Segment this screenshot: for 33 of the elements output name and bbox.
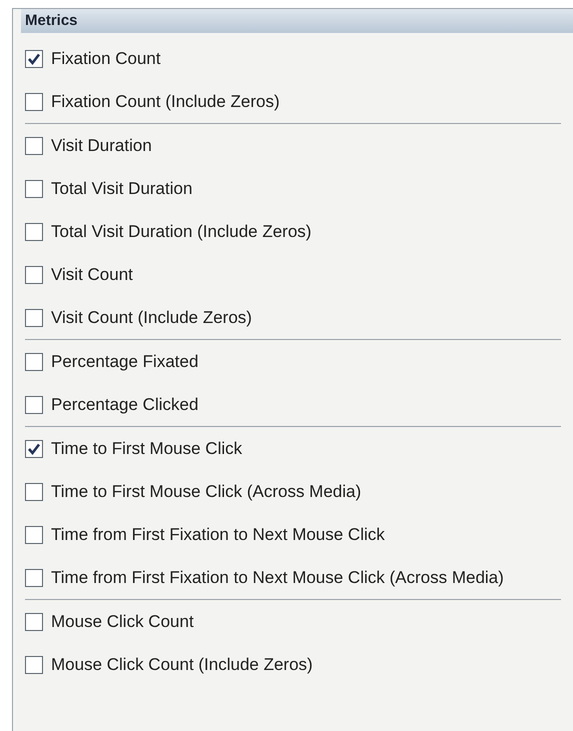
metric-checkbox[interactable]: Visit Duration bbox=[25, 124, 561, 167]
checkmark-icon bbox=[27, 442, 41, 456]
metric-checkbox[interactable]: Percentage Fixated bbox=[25, 340, 561, 383]
metric-checkbox[interactable]: Time to First Mouse Click (Across Media) bbox=[25, 470, 561, 513]
checkbox[interactable] bbox=[25, 50, 43, 68]
metric-checkbox[interactable]: Percentage Clicked bbox=[25, 383, 561, 426]
checkbox[interactable] bbox=[25, 308, 43, 326]
panel-title: Metrics bbox=[21, 9, 573, 33]
metric-checkbox[interactable]: Time from First Fixation to Next Mouse Click (Across Media) bbox=[25, 556, 561, 599]
checkbox[interactable] bbox=[25, 482, 43, 500]
metric-checkbox[interactable]: Total Visit Duration (Include Zeros) bbox=[25, 210, 561, 253]
checkbox[interactable] bbox=[25, 266, 43, 284]
metric-checkbox[interactable]: Time to First Mouse Click bbox=[25, 427, 561, 470]
checkbox[interactable] bbox=[25, 92, 43, 110]
checkbox[interactable] bbox=[25, 222, 43, 240]
metric-checkbox[interactable]: Mouse Click Count bbox=[25, 600, 561, 643]
metric-checkbox[interactable]: Time from First Fixation to Next Mouse Click bbox=[25, 513, 561, 556]
checkbox[interactable] bbox=[25, 352, 43, 370]
metric-checkbox[interactable]: Fixation Count (Include Zeros) bbox=[25, 80, 561, 123]
metric-checkbox[interactable]: Total Visit Duration bbox=[25, 167, 561, 210]
metric-checkbox[interactable]: Mouse Click Count (Include Zeros) bbox=[25, 643, 561, 686]
checkbox[interactable] bbox=[25, 612, 43, 630]
checkbox[interactable] bbox=[25, 396, 43, 414]
checkbox[interactable] bbox=[25, 526, 43, 544]
checkbox[interactable] bbox=[25, 568, 43, 586]
checkbox[interactable] bbox=[25, 656, 43, 674]
checkmark-icon bbox=[27, 52, 41, 66]
checkbox[interactable] bbox=[25, 440, 43, 458]
metric-checkbox[interactable]: Visit Count (Include Zeros) bbox=[25, 296, 561, 339]
metric-checkbox[interactable]: Visit Count bbox=[25, 253, 561, 296]
checkbox[interactable] bbox=[25, 180, 43, 198]
metric-checkbox[interactable]: Fixation Count bbox=[25, 37, 561, 80]
checkbox[interactable] bbox=[25, 136, 43, 154]
